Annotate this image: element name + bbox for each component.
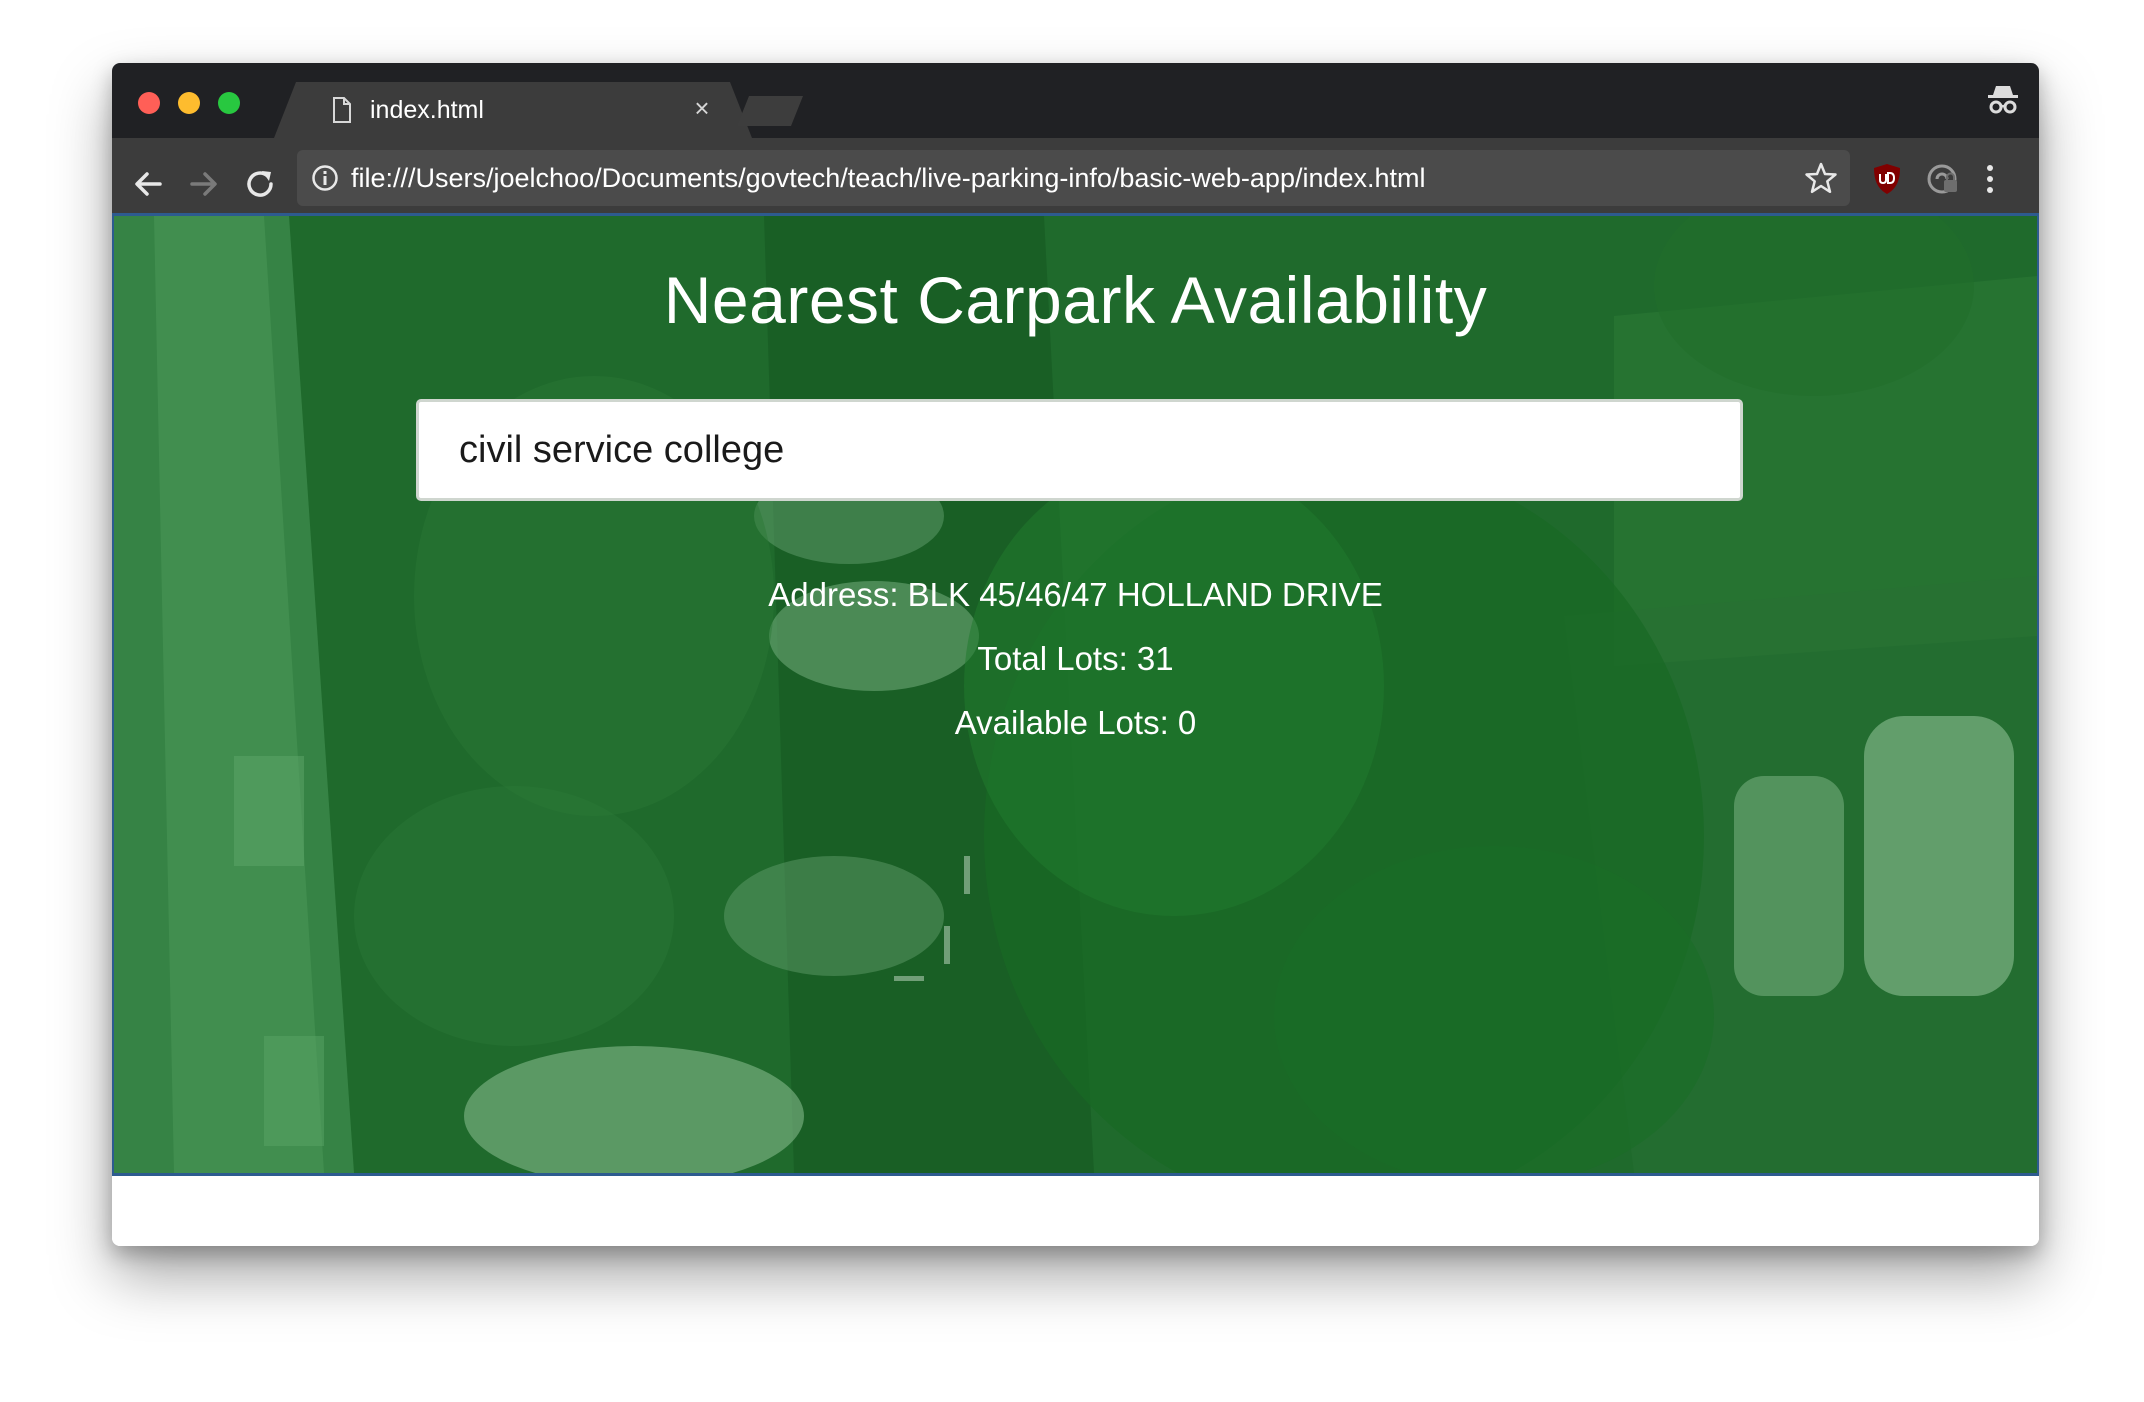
bookmark-star-icon[interactable] [1804,161,1838,195]
page-viewport: Nearest Carpark Availability Address: BL… [112,213,2039,1246]
maximize-window-button[interactable] [218,92,240,114]
new-tab-button[interactable] [737,96,803,126]
tab-index-html[interactable]: index.html × [274,82,752,138]
hero-section: Nearest Carpark Availability Address: BL… [112,213,2039,1176]
info-icon[interactable] [311,164,339,192]
forward-icon[interactable] [184,164,224,204]
result-address: Address: BLK 45/46/47 HOLLAND DRIVE [768,576,1383,613]
close-window-button[interactable] [138,92,160,114]
hero-content: Nearest Carpark Availability Address: BL… [114,216,2037,1173]
menu-icon[interactable] [1979,161,2001,197]
address-bar[interactable]: file:///Users/joelchoo/Documents/govtech… [297,150,1850,206]
search-input[interactable] [416,399,1743,501]
close-tab-icon[interactable]: × [688,94,716,122]
page-title: Nearest Carpark Availability [663,263,1488,337]
back-icon[interactable] [128,164,168,204]
reload-icon[interactable] [240,164,280,204]
lock-shield-icon[interactable] [1925,161,1961,197]
result-total-lots: Total Lots: 31 [977,640,1174,677]
incognito-icon [1988,86,2018,114]
ublock-origin-icon[interactable] [1869,161,1905,197]
tab-strip: index.html × [112,63,2039,138]
minimize-window-button[interactable] [178,92,200,114]
tab-title: index.html [370,96,484,124]
file-icon [332,97,352,123]
result-available-lots: Available Lots: 0 [954,704,1197,741]
url-text[interactable]: file:///Users/joelchoo/Documents/govtech… [351,163,1426,193]
browser-window: index.html × file:///Users/joelchoo/Docu… [112,63,2039,1246]
